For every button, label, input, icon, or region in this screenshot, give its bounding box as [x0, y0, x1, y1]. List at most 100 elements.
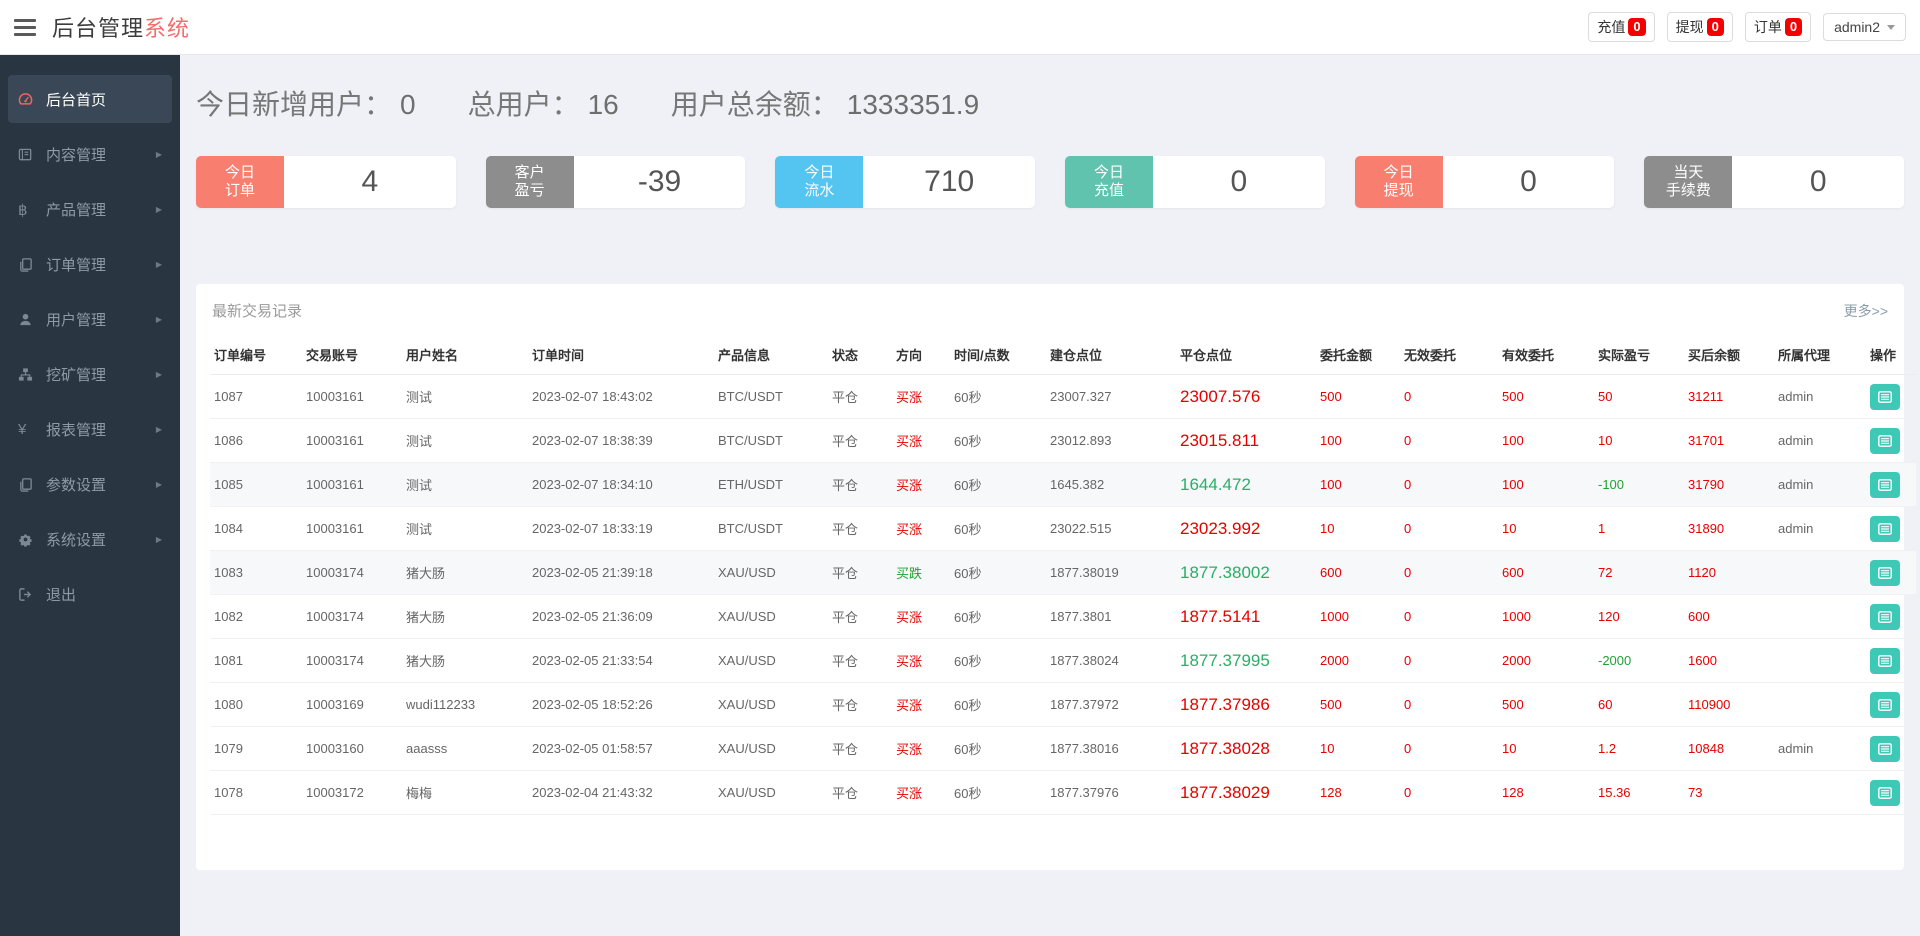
sidebar-item-users[interactable]: 用户管理 ▶: [0, 292, 180, 347]
header-actions: 充值 0 提现 0 订单 0 admin2: [1588, 12, 1906, 42]
sidebar-item-label: 系统设置: [46, 532, 107, 549]
sidebar-item-label: 退出: [46, 587, 77, 604]
sidebar-item-reports[interactable]: ¥ 报表管理 ▶: [0, 402, 180, 457]
trades-table: 订单编号 交易账号 用户姓名 订单时间 产品信息 状态 方向 时间/点数 建仓点位 平仓点位 委托金…: [210, 335, 1916, 815]
withdraw-button[interactable]: 提现 0: [1666, 12, 1733, 42]
cell-status: 平仓: [828, 594, 892, 639]
table-header-row: 订单编号 交易账号 用户姓名 订单时间 产品信息 状态 方向 时间/点数 建仓点位 平仓点位 委托金…: [210, 335, 1916, 375]
cell-open: 1877.38016: [1046, 726, 1176, 771]
cell-invalid: 0: [1400, 770, 1498, 815]
column-header: 时间/点数: [950, 335, 1046, 375]
sidebar-item-orders[interactable]: 订单管理 ▶: [0, 237, 180, 292]
sidebar-item-params[interactable]: 参数设置 ▶: [0, 457, 180, 512]
cell-amount: 1000: [1316, 594, 1400, 639]
orders-badge: 0: [1784, 18, 1803, 36]
chevron-right-icon: ▶: [155, 480, 162, 489]
cell-name: 测试: [402, 418, 528, 463]
sidebar-item-logout[interactable]: 退出: [0, 567, 180, 622]
latest-trades-panel: 最新交易记录 更多>> 订单编号 交易账号 用户姓名 订单时间 产品信息 状态 方向 时间/点…: [196, 284, 1916, 870]
sidebar-item-home[interactable]: 后台首页: [8, 75, 172, 123]
cell-invalid: 0: [1400, 506, 1498, 551]
cell-amount: 10: [1316, 506, 1400, 551]
table-row: 1080 10003169 wudi112233 2023-02-05 18:52:2…: [210, 682, 1916, 727]
orders-button[interactable]: 订单 0: [1744, 12, 1812, 42]
cell-agent: [1774, 638, 1866, 683]
cell-product: XAU/USD: [714, 726, 828, 771]
stat-total-users: 总用户： 16: [467, 89, 619, 120]
column-header: 交易账号: [302, 335, 402, 375]
cell-profit: 72: [1594, 550, 1684, 595]
book-icon: [18, 147, 46, 162]
view-order-button[interactable]: [1870, 779, 1900, 806]
user-menu[interactable]: admin2: [1823, 13, 1906, 41]
more-link[interactable]: 更多>>: [1844, 301, 1888, 321]
card-value: 4: [284, 156, 456, 208]
sidebar-item-products[interactable]: ฿ 产品管理 ▶: [0, 182, 180, 237]
view-order-button[interactable]: [1870, 559, 1900, 586]
cell-id: 1086: [210, 418, 302, 463]
view-order-button[interactable]: [1870, 603, 1900, 630]
sidebar-item-settings[interactable]: 系统设置 ▶: [0, 512, 180, 567]
cell-close: 23007.576: [1176, 374, 1316, 419]
stat-total-balance: 用户总余额： 1333351.9: [670, 89, 980, 120]
cell-product: XAU/USD: [714, 682, 828, 727]
sidebar-item-mining[interactable]: 挖矿管理 ▶: [0, 347, 180, 402]
cell-time: 2023-02-05 21:36:09: [528, 594, 714, 639]
cell-action: [1866, 550, 1916, 595]
cell-period: 60秒: [950, 638, 1046, 683]
user-menu-label: admin2: [1834, 19, 1880, 35]
cell-close: 1877.5141: [1176, 594, 1316, 639]
menu-toggle-icon[interactable]: [14, 15, 36, 40]
table-row: 1087 10003161 测试 2023-02-07 18:43:02 BTC/USD…: [210, 374, 1916, 419]
chevron-right-icon: ▶: [155, 535, 162, 544]
cell-close: 23023.992: [1176, 506, 1316, 551]
card-today-recharge: 今日 充值 0: [1065, 156, 1325, 208]
card-label: 今日 提现: [1354, 156, 1443, 208]
cell-profit: 1.2: [1594, 726, 1684, 771]
view-order-button[interactable]: [1870, 383, 1900, 410]
overview-stats: 今日新增用户： 0 总用户： 16 用户总余额： 1333351.9: [196, 83, 1904, 123]
column-header: 产品信息: [714, 335, 828, 375]
cell-open: 1877.3801: [1046, 594, 1176, 639]
cell-invalid: 0: [1400, 418, 1498, 463]
params-copy-icon: [18, 477, 46, 492]
cell-amount: 600: [1316, 550, 1400, 595]
cell-invalid: 0: [1400, 594, 1498, 639]
card-label: 当天 手续费: [1644, 156, 1733, 208]
stat-new-users: 今日新增用户： 0: [196, 89, 416, 120]
cell-period: 60秒: [950, 594, 1046, 639]
cell-time: 2023-02-05 21:39:18: [528, 550, 714, 595]
view-order-button[interactable]: [1870, 691, 1900, 718]
column-header: 操作: [1866, 335, 1916, 375]
view-order-button[interactable]: [1870, 471, 1900, 498]
table-row: 1083 10003174 猪大肠 2023-02-05 21:39:18 XAU/US…: [210, 550, 1916, 595]
view-order-button[interactable]: [1870, 515, 1900, 542]
view-order-button[interactable]: [1870, 427, 1900, 454]
cell-invalid: 0: [1400, 374, 1498, 419]
recharge-button[interactable]: 充值 0: [1588, 12, 1655, 42]
cell-agent: admin: [1774, 506, 1866, 551]
cell-agent: [1774, 770, 1866, 815]
card-label: 今日 流水: [775, 156, 864, 208]
cell-account: 10003161: [302, 418, 402, 463]
sidebar-item-label: 后台首页: [46, 91, 107, 109]
cell-product: BTC/USDT: [714, 374, 828, 419]
main-content: 今日新增用户： 0 总用户： 16 用户总余额： 1333351.9 今日 订单 4 客…: [180, 0, 1920, 870]
cell-amount: 100: [1316, 462, 1400, 507]
sidebar-item-label: 挖矿管理: [46, 367, 107, 384]
app-title: 后台管理系统: [52, 11, 190, 43]
cell-amount: 10: [1316, 726, 1400, 771]
column-header: 订单时间: [528, 335, 714, 375]
sidebar-item-label: 订单管理: [46, 257, 107, 274]
cell-product: XAU/USD: [714, 638, 828, 683]
yen-icon: ¥: [18, 421, 27, 438]
table-row: 1085 10003161 测试 2023-02-07 18:34:10 ETH/USD…: [210, 462, 1916, 507]
sidebar-item-label: 参数设置: [46, 477, 107, 494]
cell-account: 10003174: [302, 638, 402, 683]
view-order-button[interactable]: [1870, 647, 1900, 674]
recharge-badge: 0: [1628, 18, 1646, 36]
cell-balance: 31890: [1684, 506, 1774, 551]
view-order-button[interactable]: [1870, 735, 1900, 762]
sidebar-item-content[interactable]: 内容管理 ▶: [0, 127, 180, 182]
stat-cards: 今日 订单 4 客户 盈亏 -39 今日 流水 710 今日 充值 0 今日 提现: [196, 156, 1905, 208]
